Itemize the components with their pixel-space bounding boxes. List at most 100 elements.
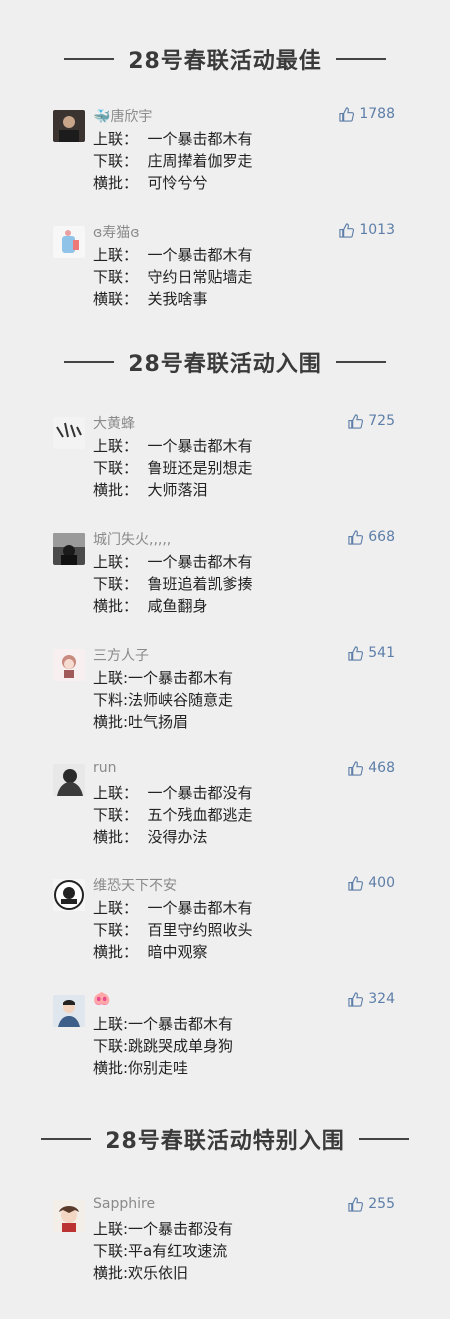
like-button[interactable]: 541: [348, 645, 395, 661]
avatar[interactable]: [53, 995, 85, 1027]
like-count: 668: [368, 529, 395, 545]
title-rule-right: [335, 58, 386, 60]
lower-line: 下联:跳跳哭成单身狗: [93, 1037, 234, 1055]
couplet-text: 上联:一个暴击都木有 下料:法师峡谷随意走 横批:吐气扬眉: [93, 667, 233, 733]
lower-line: 下联： 百里守约照收头: [93, 921, 253, 939]
couplet-text: 上联： 一个暴击都木有 下联： 守约日常贴墙走 横联： 关我啥事: [93, 244, 253, 310]
horizontal-line: 横批： 没得办法: [93, 828, 208, 846]
title-rule-left: [64, 58, 115, 60]
like-button[interactable]: 1788: [339, 106, 395, 122]
like-count: 1788: [359, 106, 395, 122]
lower-line: 下联： 守约日常贴墙走: [93, 268, 253, 286]
username[interactable]: ɞ寿猫ɞ: [93, 222, 140, 242]
horizontal-line: 横批： 咸鱼翻身: [93, 597, 208, 615]
avatar[interactable]: [53, 417, 85, 449]
upper-line: 上联： 一个暴击都木有: [93, 130, 253, 148]
thumbs-up-icon: [348, 875, 364, 891]
lower-line: 下料:法师峡谷随意走: [93, 691, 234, 709]
lower-line: 下联： 庄周撵着伽罗走: [93, 152, 253, 170]
avatar[interactable]: [53, 879, 85, 911]
comment-item: run 468 上联： 一个暴击都没有 下联： 五个残血都逃走 横批： 没得办法: [0, 760, 450, 874]
avatar[interactable]: [53, 533, 85, 565]
upper-line: 上联： 一个暴击都没有: [93, 784, 253, 802]
username[interactable]: 大黄蜂: [93, 413, 135, 433]
couplet-text: 上联： 一个暴击都没有 下联： 五个残血都逃走 横批： 没得办法: [93, 782, 253, 848]
username[interactable]: 🐳唐欣宇: [93, 106, 152, 126]
section-title-text: 28号春联活动最佳: [128, 49, 322, 74]
section-title: 28号春联活动入围: [0, 342, 450, 382]
username[interactable]: run: [93, 760, 117, 776]
couplet-text: 上联： 一个暴击都木有 下联： 庄周撵着伽罗走 横批： 可怜兮兮: [93, 128, 253, 194]
avatar[interactable]: [53, 649, 85, 681]
avatar[interactable]: [53, 1200, 85, 1232]
avatar[interactable]: [53, 764, 85, 796]
like-count: 400: [368, 875, 395, 891]
like-button[interactable]: 725: [348, 413, 395, 429]
upper-line: 上联:一个暴击都没有: [93, 1220, 234, 1238]
lower-line: 下联： 鲁班追着凯爹揍: [93, 575, 253, 593]
like-button[interactable]: 668: [348, 529, 395, 545]
like-button[interactable]: 255: [348, 1196, 395, 1212]
username-text: run: [93, 760, 117, 776]
like-count: 1013: [359, 222, 395, 238]
title-rule-left: [41, 1138, 92, 1140]
thumbs-up-icon: [348, 529, 364, 545]
horizontal-line: 横批： 大师落泪: [93, 481, 208, 499]
couplet-text: 上联： 一个暴击都木有 下联： 百里守约照收头 横批： 暗中观察: [93, 897, 253, 963]
username[interactable]: 城门失火,,,,,: [93, 529, 171, 549]
avatar[interactable]: [53, 110, 85, 142]
section-title: 28号春联活动最佳: [0, 39, 450, 79]
username-text: 城门失火,,,,,: [93, 532, 172, 548]
thumbs-up-icon: [348, 413, 364, 429]
couplet-text: 上联： 一个暴击都木有 下联： 鲁班追着凯爹揍 横批： 咸鱼翻身: [93, 551, 253, 617]
comment-item: 🐳唐欣宇 1788 上联： 一个暴击都木有 下联： 庄周撵着伽罗走 横批： 可怜…: [0, 106, 450, 220]
avatar[interactable]: [53, 226, 85, 258]
username-text: 三方人子: [93, 648, 149, 664]
username-text: ɞ寿猫ɞ: [93, 225, 140, 241]
upper-line: 上联： 一个暴击都木有: [93, 899, 253, 917]
lower-line: 下联： 五个残血都逃走: [93, 806, 253, 824]
comment-item: ɞ寿猫ɞ 1013 上联： 一个暴击都木有 下联： 守约日常贴墙走 横联： 关我…: [0, 222, 450, 336]
thumbs-up-icon: [348, 991, 364, 1007]
horizontal-line: 横批： 暗中观察: [93, 943, 208, 961]
thumbs-up-icon: [339, 222, 355, 238]
upper-line: 上联:一个暴击都木有: [93, 669, 234, 687]
section-title-text: 28号春联活动入围: [128, 352, 322, 377]
couplet-text: 上联:一个暴击都没有 下联:平a有红攻速流 横批:欢乐依旧: [93, 1218, 233, 1284]
title-rule-right: [335, 361, 386, 363]
couplet-text: 上联:一个暴击都木有 下联:跳跳哭成单身狗 横批:你别走哇: [93, 1013, 233, 1079]
couplet-text: 上联： 一个暴击都木有 下联： 鲁班还是别想走 横批： 大师落泪: [93, 435, 253, 501]
username[interactable]: 🐽: [93, 991, 110, 1007]
section-title-text: 28号春联活动特别入围: [105, 1129, 345, 1154]
like-count: 541: [368, 645, 395, 661]
horizontal-line: 横批： 可怜兮兮: [93, 174, 208, 192]
like-count: 255: [368, 1196, 395, 1212]
upper-line: 上联:一个暴击都木有: [93, 1015, 234, 1033]
username-text: Sapphire: [93, 1196, 156, 1212]
comment-item: 维恐天下不安 400 上联： 一个暴击都木有 下联： 百里守约照收头 横批： 暗…: [0, 875, 450, 989]
thumbs-up-icon: [348, 760, 364, 776]
username-text: 大黄蜂: [93, 416, 135, 432]
thumbs-up-icon: [339, 106, 355, 122]
horizontal-line: 横批:你别走哇: [93, 1059, 189, 1077]
comment-item: 🐽 324 上联:一个暴击都木有 下联:跳跳哭成单身狗 横批:你别走哇: [0, 991, 450, 1105]
like-count: 324: [368, 991, 395, 1007]
like-button[interactable]: 400: [348, 875, 395, 891]
comment-item: 大黄蜂 725 上联： 一个暴击都木有 下联： 鲁班还是别想走 横批： 大师落泪: [0, 413, 450, 527]
username-text: 维恐天下不安: [93, 878, 177, 894]
comment-item: 城门失火,,,,, 668 上联： 一个暴击都木有 下联： 鲁班追着凯爹揍 横批…: [0, 529, 450, 643]
like-button[interactable]: 1013: [339, 222, 395, 238]
comment-item: 三方人子 541 上联:一个暴击都木有 下料:法师峡谷随意走 横批:吐气扬眉: [0, 645, 450, 759]
like-button[interactable]: 468: [348, 760, 395, 776]
like-button[interactable]: 324: [348, 991, 395, 1007]
whale-emoji-icon: 🐳: [93, 109, 111, 125]
horizontal-line: 横批:吐气扬眉: [93, 713, 189, 731]
pig-nose-emoji-icon: 🐽: [93, 991, 111, 1007]
username[interactable]: Sapphire: [93, 1196, 155, 1212]
thumbs-up-icon: [348, 645, 364, 661]
lower-line: 下联:平a有红攻速流: [93, 1242, 228, 1260]
username[interactable]: 三方人子: [93, 645, 149, 665]
username[interactable]: 维恐天下不安: [93, 875, 177, 895]
comment-item: Sapphire 255 上联:一个暴击都没有 下联:平a有红攻速流 横批:欢乐…: [0, 1196, 450, 1310]
like-count: 468: [368, 760, 395, 776]
